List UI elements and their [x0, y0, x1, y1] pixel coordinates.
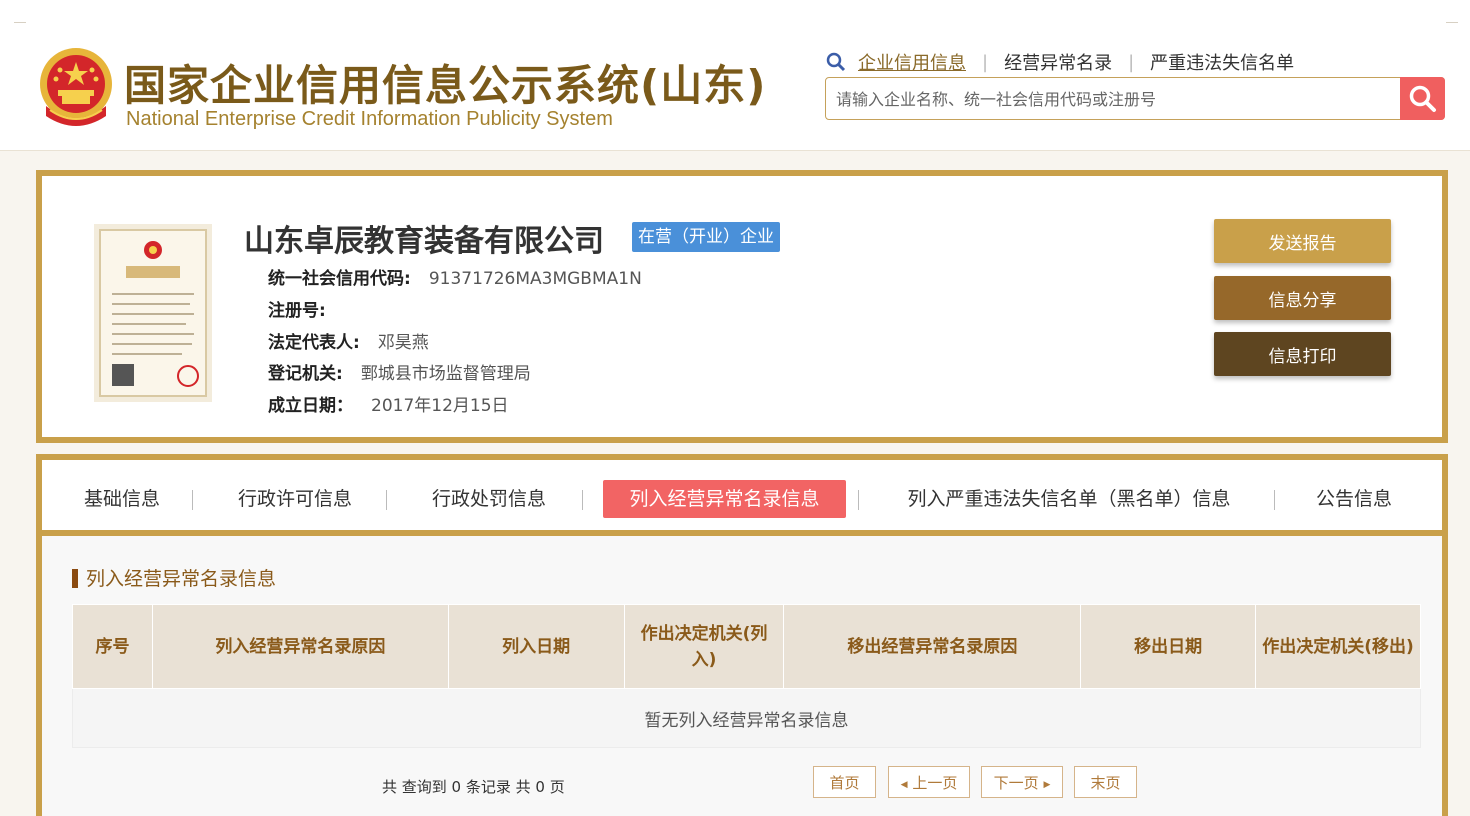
- search-box: [825, 77, 1445, 121]
- info-reg-number: 注册号:: [268, 296, 344, 321]
- site-title: 国家企业信用信息公示系统(山东): [124, 61, 767, 110]
- empty-message: 暂无列入经营异常名录信息: [72, 688, 1421, 748]
- next-page-button[interactable]: 下一页 ▶: [981, 766, 1063, 798]
- info-label: 登记机关:: [268, 364, 343, 384]
- nav-enterprise-credit[interactable]: 企业信用信息: [858, 49, 966, 75]
- tab-admin-license[interactable]: 行政许可信息: [232, 480, 358, 518]
- tab-separator: [192, 490, 193, 510]
- nav-separator: |: [982, 51, 989, 73]
- first-page-button[interactable]: 首页: [813, 766, 876, 798]
- nav-blacklist[interactable]: 严重违法失信名单: [1150, 49, 1294, 75]
- column-header: 列入经营异常名录原因: [151, 604, 449, 689]
- company-name: 山东卓辰教育装备有限公司: [244, 224, 604, 259]
- tab-separator: [582, 490, 583, 510]
- abnormal-list-table: 序号 列入经营异常名录原因 列入日期 作出决定机关(列入) 移出经营异常名录原因…: [72, 604, 1421, 748]
- info-credit-code: 统一社会信用代码: 91371726MA3MGBMA1N: [268, 264, 642, 289]
- info-value: 91371726MA3MGBMA1N: [428, 269, 642, 289]
- search-nav: 企业信用信息 | 经营异常名录 | 严重违法失信名单: [826, 50, 1294, 74]
- info-tabs: 基础信息 行政许可信息 行政处罚信息 列入经营异常名录信息 列入严重违法失信名单…: [36, 454, 1448, 536]
- column-header: 列入日期: [447, 604, 625, 689]
- tab-separator: [1274, 490, 1275, 510]
- search-icon: [826, 52, 846, 72]
- info-reg-authority: 登记机关: 鄄城县市场监督管理局: [268, 359, 531, 384]
- column-header: 序号: [72, 604, 153, 689]
- column-header: 移出日期: [1080, 604, 1257, 689]
- info-value: 鄄城县市场监督管理局: [360, 364, 531, 384]
- info-founded-date: 成立日期： 2017年12月15日: [268, 391, 509, 416]
- tab-admin-penalty[interactable]: 行政处罚信息: [426, 480, 552, 518]
- prev-page-label: 上一页: [912, 774, 958, 792]
- status-badge: 在营（开业）企业: [632, 222, 780, 252]
- info-label: 统一社会信用代码:: [268, 269, 411, 289]
- column-header: 作出决定机关(移出): [1255, 604, 1421, 689]
- share-info-button[interactable]: 信息分享: [1214, 276, 1391, 320]
- table-row: 暂无列入经营异常名录信息: [72, 688, 1421, 748]
- section-title: 列入经营异常名录信息: [72, 564, 276, 591]
- send-report-button[interactable]: 发送报告: [1214, 219, 1391, 263]
- column-header: 作出决定机关(列入): [623, 604, 785, 689]
- last-page-button[interactable]: 末页: [1074, 766, 1137, 798]
- chevron-left-icon: ◀: [900, 780, 908, 790]
- tab-abnormal-list[interactable]: 列入经营异常名录信息: [603, 480, 846, 518]
- tab-separator: [386, 490, 387, 510]
- search-icon: [1409, 85, 1436, 112]
- top-header: 国家企业信用信息公示系统(山东) National Enterprise Cre…: [0, 0, 1470, 151]
- info-label: 法定代表人:: [268, 333, 360, 353]
- prev-page-button[interactable]: ◀ 上一页: [888, 766, 970, 798]
- nav-separator: |: [1128, 51, 1135, 73]
- section-title-marker: [72, 569, 78, 588]
- site-title-en: National Enterprise Credit Information P…: [126, 108, 613, 130]
- info-value: 邓昊燕: [377, 333, 429, 353]
- section-title-text: 列入经营异常名录信息: [86, 568, 277, 590]
- pager-summary: 共 查询到 0 条记录 共 0 页: [382, 778, 565, 796]
- tab-announcements[interactable]: 公告信息: [1312, 480, 1396, 518]
- corner-mark: [1446, 22, 1458, 23]
- column-header: 移出经营异常名录原因: [783, 604, 1082, 689]
- next-page-label: 下一页: [993, 774, 1039, 792]
- table-header-row: 序号 列入经营异常名录原因 列入日期 作出决定机关(列入) 移出经营异常名录原因…: [72, 604, 1421, 689]
- info-value: 2017年12月15日: [371, 396, 509, 416]
- chevron-right-icon: ▶: [1043, 780, 1051, 790]
- tab-separator: [858, 490, 859, 510]
- tab-blacklist[interactable]: 列入严重违法失信名单（黑名单）信息: [894, 480, 1244, 518]
- business-license-image[interactable]: [94, 224, 212, 402]
- info-label: 成立日期：: [268, 396, 353, 416]
- nav-abnormal-list[interactable]: 经营异常名录: [1004, 49, 1112, 75]
- info-legal-rep: 法定代表人: 邓昊燕: [268, 328, 429, 353]
- company-panel: 山东卓辰教育装备有限公司 在营（开业）企业 统一社会信用代码: 91371726M…: [36, 170, 1448, 443]
- abnormal-list-section: 列入经营异常名录信息 序号 列入经营异常名录原因 列入日期 作出决定机关(列入)…: [36, 536, 1448, 816]
- print-info-button[interactable]: 信息打印: [1214, 332, 1391, 376]
- info-label: 注册号:: [268, 301, 326, 321]
- corner-mark: [14, 22, 26, 23]
- national-emblem-icon: [40, 48, 112, 126]
- search-input[interactable]: [834, 78, 1398, 121]
- tab-basic-info[interactable]: 基础信息: [80, 480, 164, 518]
- search-button[interactable]: [1400, 77, 1445, 120]
